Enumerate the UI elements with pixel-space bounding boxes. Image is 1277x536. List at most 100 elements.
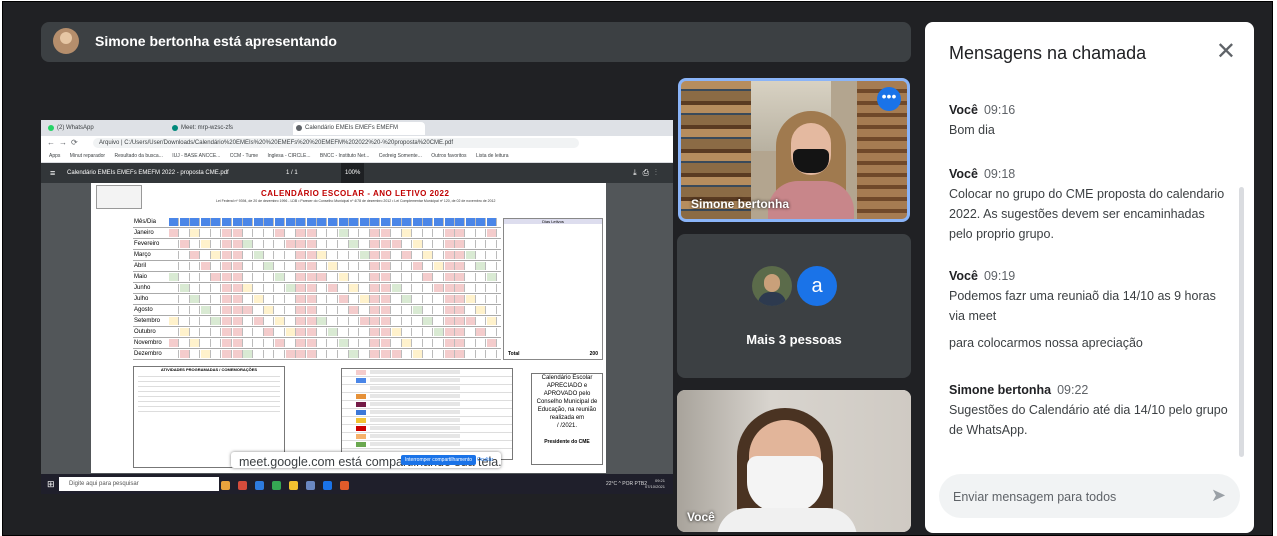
bookmark-item[interactable]: Cedreig Somente... xyxy=(379,153,422,159)
calendar-day-cell xyxy=(349,350,360,358)
activities-header: ATIVIDADES PROGRAMADAS / COMEMORAÇÕES xyxy=(160,367,258,372)
taskbar-app-icon[interactable] xyxy=(340,481,349,490)
calendar-day-cell xyxy=(402,251,413,259)
meet-icon xyxy=(172,125,178,131)
calendar-day-cell xyxy=(349,317,360,325)
close-icon[interactable]: ✕ xyxy=(1216,38,1236,66)
calendar-day-cell xyxy=(487,218,497,226)
calendar-day-cell xyxy=(317,317,328,325)
taskbar-app-icon[interactable] xyxy=(255,481,264,490)
browser-tab-whatsapp[interactable]: (2) WhatsApp xyxy=(45,122,177,135)
calendar-day-cell xyxy=(285,229,296,237)
browser-nav-icons[interactable]: ←→⟳ xyxy=(47,138,82,147)
participant-tile-more[interactable]: a Mais 3 pessoas xyxy=(677,234,911,378)
calendar-row: Abril xyxy=(133,262,501,272)
participant-name: Você xyxy=(687,510,715,524)
browser-tab-meet[interactable]: Meet: mrp-wzsc-zfs xyxy=(169,122,301,135)
calendar-day-cell xyxy=(455,350,466,358)
approval-box: Calendário Escolar APRECIADO e APROVADO … xyxy=(531,373,603,465)
calendar-day-cell xyxy=(285,273,296,281)
bookmark-item[interactable]: Minut reparador xyxy=(70,153,105,159)
windows-start-icon[interactable]: ⊞ xyxy=(47,474,55,494)
taskbar-app-icon[interactable] xyxy=(289,481,298,490)
calendar-day-cell xyxy=(275,339,285,347)
message-text: Bom dia xyxy=(949,123,995,137)
calendar-day-cell xyxy=(476,262,487,270)
calendar-day-cell xyxy=(465,295,476,303)
calendar-day-cell xyxy=(381,350,391,358)
calendar-day-cell xyxy=(222,317,232,325)
bookmark-item[interactable]: Resultado da busca... xyxy=(114,153,162,159)
calendar-day-cell xyxy=(264,350,275,358)
calendar-day-cell xyxy=(328,273,338,281)
activities-row xyxy=(138,386,280,387)
calendar-row: Julho xyxy=(133,295,501,305)
calendar-day-cell xyxy=(222,328,232,336)
calendar-day-cell xyxy=(179,240,190,248)
send-icon[interactable]: ➤ xyxy=(1211,485,1226,506)
bookmark-item[interactable]: Lista de leitura xyxy=(476,153,509,159)
calendar-day-cell xyxy=(296,350,307,358)
taskbar-clock: 09:21 07/10/2021 xyxy=(644,478,665,489)
calendar-row: Setembro xyxy=(133,317,501,327)
calendar-day-cell xyxy=(359,284,370,292)
calendar-day-cell xyxy=(349,306,360,314)
calendar-legend xyxy=(341,368,513,460)
calendar-day-cell xyxy=(444,317,455,325)
menu-icon[interactable]: ≡ xyxy=(50,163,55,183)
calendar-day-cell xyxy=(179,350,190,358)
calendar-day-cell xyxy=(190,284,201,292)
calendar-month-label: Maio xyxy=(134,274,148,280)
chat-scrollbar[interactable] xyxy=(1239,187,1244,457)
taskbar-app-icon[interactable] xyxy=(221,481,230,490)
calendar-day-cell xyxy=(253,218,264,226)
taskbar-search[interactable]: Digite aqui para pesquisar xyxy=(59,477,219,491)
taskbar-app-icon[interactable] xyxy=(272,481,281,490)
calendar-day-cell xyxy=(402,306,413,314)
calendar-day-cell xyxy=(444,295,455,303)
calendar-day-cell xyxy=(391,273,402,281)
chat-message-input[interactable] xyxy=(951,486,1195,508)
chat-input-container: ➤ xyxy=(939,474,1240,518)
participant-tile-simone[interactable]: ••• Simone bertonha xyxy=(678,78,910,222)
more-options-icon[interactable]: ••• xyxy=(877,87,901,111)
pdf-download-print-icons[interactable]: ⤓⎙⋮ xyxy=(633,163,663,183)
taskbar-app-icon[interactable] xyxy=(238,481,247,490)
side-header: Dias Letivos xyxy=(504,219,602,224)
calendar-day-cell xyxy=(243,262,254,270)
calendar-day-cell xyxy=(179,273,190,281)
hide-button[interactable]: Ocultar xyxy=(477,452,493,468)
system-tray[interactable]: 22°C ^ POR PTB2 xyxy=(606,474,647,494)
address-url[interactable]: Arquivo | C:/Users/User/Downloads/Calend… xyxy=(93,138,579,148)
calendar-day-cell xyxy=(434,295,444,303)
calendar-day-cell xyxy=(296,273,307,281)
pdf-page[interactable]: 1 / 1 xyxy=(286,163,298,183)
calendar-day-cell xyxy=(190,273,201,281)
pdf-page-document: CALENDÁRIO ESCOLAR - ANO LETIVO 2022 Lei… xyxy=(91,183,606,473)
calendar-day-cell xyxy=(455,240,466,248)
pdf-zoom[interactable]: 100% xyxy=(341,163,365,183)
calendar-day-cell xyxy=(412,240,423,248)
calendar-day-cell xyxy=(455,339,466,347)
bookmark-item[interactable]: Outros favoritos xyxy=(431,153,466,159)
calendar-day-cell xyxy=(285,218,296,226)
bookmark-item[interactable]: IUJ - BASE ANCCE... xyxy=(172,153,220,159)
bookmark-item[interactable]: Apps xyxy=(49,153,60,159)
activities-row xyxy=(138,381,280,382)
taskbar-app-icon[interactable] xyxy=(323,481,332,490)
taskbar-app-icon[interactable] xyxy=(306,481,315,490)
calendar-day-cell xyxy=(328,284,338,292)
calendar-day-cell xyxy=(253,262,264,270)
browser-tab-calendar[interactable]: Calendário EMEIs EMEFs EMEFM xyxy=(293,122,425,135)
calendar-day-cell xyxy=(243,229,254,237)
message-time: 09:18 xyxy=(983,167,1016,181)
calendar-day-cell xyxy=(465,262,476,270)
bookmark-item[interactable]: Inglesa - CIRCLE... xyxy=(267,153,310,159)
participant-tile-you[interactable]: Você xyxy=(677,390,911,532)
calendar-day-cell xyxy=(264,229,275,237)
stop-sharing-button[interactable]: Interromper compartilhamento xyxy=(401,455,476,465)
bookmark-item[interactable]: BNCC - Instituto Net... xyxy=(320,153,369,159)
calendar-day-cell xyxy=(285,295,296,303)
calendar-title: CALENDÁRIO ESCOLAR - ANO LETIVO 2022 xyxy=(261,189,450,198)
bookmark-item[interactable]: CCM - Tume xyxy=(230,153,258,159)
